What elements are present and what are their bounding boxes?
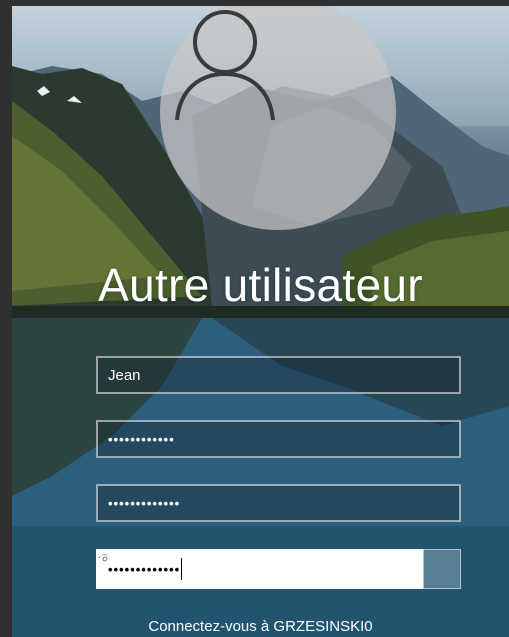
- confirm-password-mask: •••••••••••••: [108, 495, 181, 511]
- confirm-password-field[interactable]: •••••••••••••: [96, 484, 461, 522]
- username-field[interactable]: Jean: [96, 356, 461, 394]
- password-field[interactable]: ••••••••••••: [96, 420, 461, 458]
- text-caret: [181, 558, 183, 580]
- password-mask: ••••••••••••: [108, 431, 175, 447]
- lock-screen-background: Autre utilisateur Jean •••••••••••• ••••…: [12, 6, 509, 637]
- user-silhouette-icon: [175, 10, 275, 121]
- username-value: Jean: [108, 366, 141, 384]
- submit-button[interactable]: [97, 549, 461, 589]
- arrow-right-icon: [97, 549, 114, 563]
- active-password-field[interactable]: •••••••••••••: [96, 549, 423, 589]
- user-display-name: Autre utilisateur: [98, 259, 423, 311]
- active-password-mask: •••••••••••••: [108, 561, 181, 577]
- connect-to-text: Connectez-vous à GRZESINSKI0: [148, 618, 373, 635]
- active-password-row: •••••••••••••: [96, 549, 461, 589]
